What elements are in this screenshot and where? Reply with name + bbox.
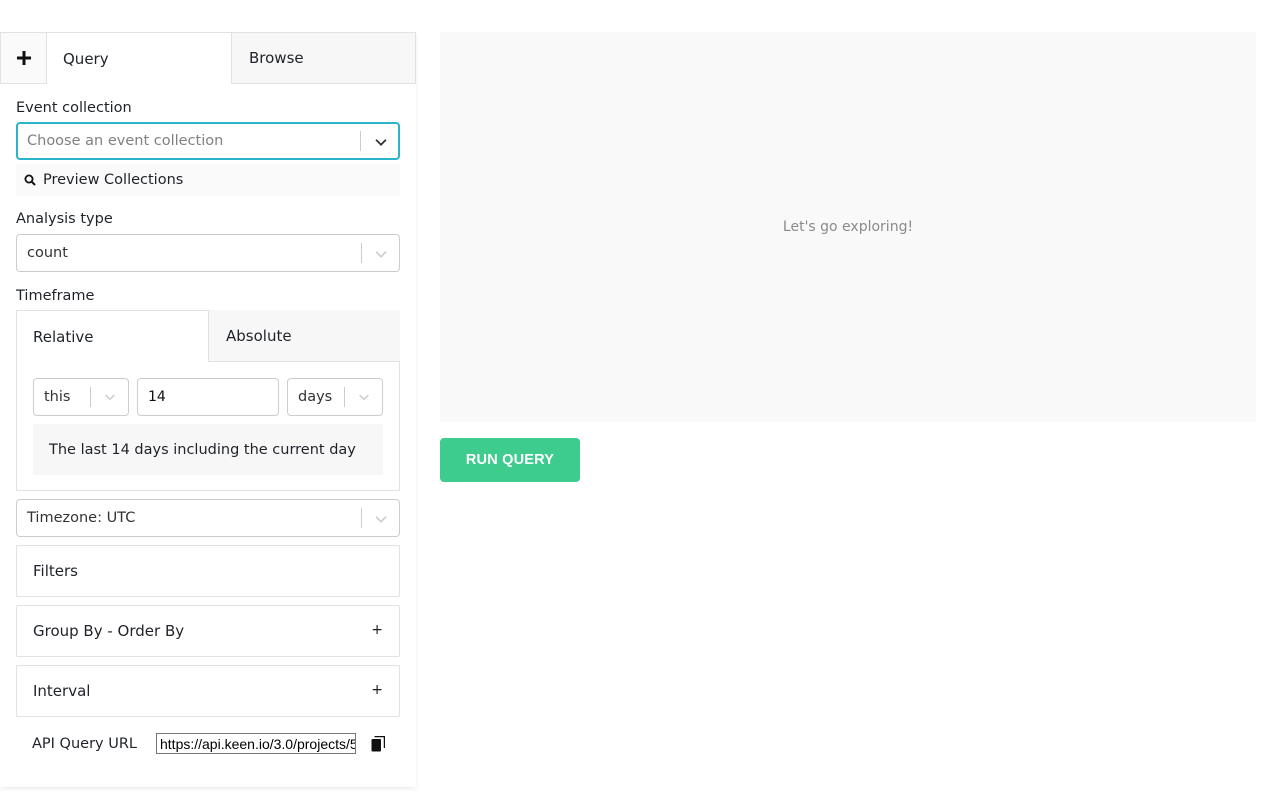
timezone-select[interactable]: Timezone: UTC (16, 499, 400, 537)
tab-browse-label: Browse (249, 49, 304, 67)
empty-state-message: Let's go exploring! (782, 219, 914, 235)
preview-collections-link[interactable]: Preview Collections (16, 164, 400, 196)
timeframe-description: The last 14 days including the current d… (33, 424, 383, 475)
select-separator (360, 131, 361, 151)
new-query-tab[interactable] (0, 32, 47, 84)
chevron-down-icon[interactable] (372, 510, 390, 528)
timeframe-amount-input[interactable] (137, 378, 279, 416)
expand-icon[interactable]: + (371, 682, 383, 698)
relativity-value: this (44, 389, 71, 405)
api-query-row: API Query URL (32, 732, 137, 756)
api-query-label: API Query URL (32, 736, 137, 752)
chevron-down-icon[interactable] (372, 133, 390, 151)
analysis-type-select[interactable]: count (16, 234, 400, 272)
interval-label: Interval (33, 682, 91, 700)
select-separator (361, 508, 362, 528)
visualization-area: Let's go exploring! (440, 32, 1256, 422)
plus-icon (16, 51, 31, 65)
interval-section[interactable]: Interval + (16, 665, 400, 717)
select-separator (90, 387, 91, 407)
copy-icon[interactable] (371, 736, 385, 752)
timeframe-units-value: days (298, 389, 333, 405)
event-collection-select[interactable]: Choose an event collection (16, 122, 400, 160)
filters-label: Filters (33, 562, 78, 580)
timeframe-box: Relative Absolute this days The last 14 … (16, 310, 400, 491)
group-by-section[interactable]: Group By - Order By + (16, 605, 400, 657)
tab-query-label: Query (63, 49, 109, 68)
expand-icon[interactable]: + (371, 622, 383, 638)
select-separator (344, 387, 345, 407)
timeframe-label: Timeframe (16, 288, 95, 304)
tab-absolute-label: Absolute (226, 326, 292, 345)
filters-section[interactable]: Filters (16, 545, 400, 597)
run-query-button[interactable]: RUN QUERY (440, 438, 580, 482)
event-collection-placeholder: Choose an event collection (27, 133, 224, 149)
group-by-label: Group By - Order By (33, 622, 185, 640)
timeframe-units-select[interactable]: days (287, 378, 383, 416)
chevron-down-icon[interactable] (356, 389, 372, 405)
query-builder-panel: Query Browse Event collection Choose an … (0, 32, 416, 787)
tab-browse[interactable]: Browse (231, 32, 416, 84)
analysis-type-label: Analysis type (16, 211, 113, 227)
chevron-down-icon[interactable] (102, 389, 118, 405)
query-tabs: Query Browse (0, 32, 416, 84)
tab-query[interactable]: Query (47, 32, 232, 84)
tab-relative[interactable]: Relative (17, 311, 209, 362)
tab-absolute[interactable]: Absolute (208, 310, 400, 362)
search-icon (24, 174, 36, 186)
select-separator (361, 243, 362, 263)
api-query-url-input[interactable] (156, 733, 356, 754)
analysis-type-value: count (27, 245, 68, 261)
chevron-down-icon[interactable] (372, 245, 390, 263)
tab-relative-label: Relative (33, 327, 94, 346)
relativity-select[interactable]: this (33, 378, 129, 416)
timezone-value: Timezone: UTC (27, 510, 136, 526)
event-collection-label: Event collection (16, 100, 132, 116)
preview-collections-label: Preview Collections (43, 172, 184, 188)
